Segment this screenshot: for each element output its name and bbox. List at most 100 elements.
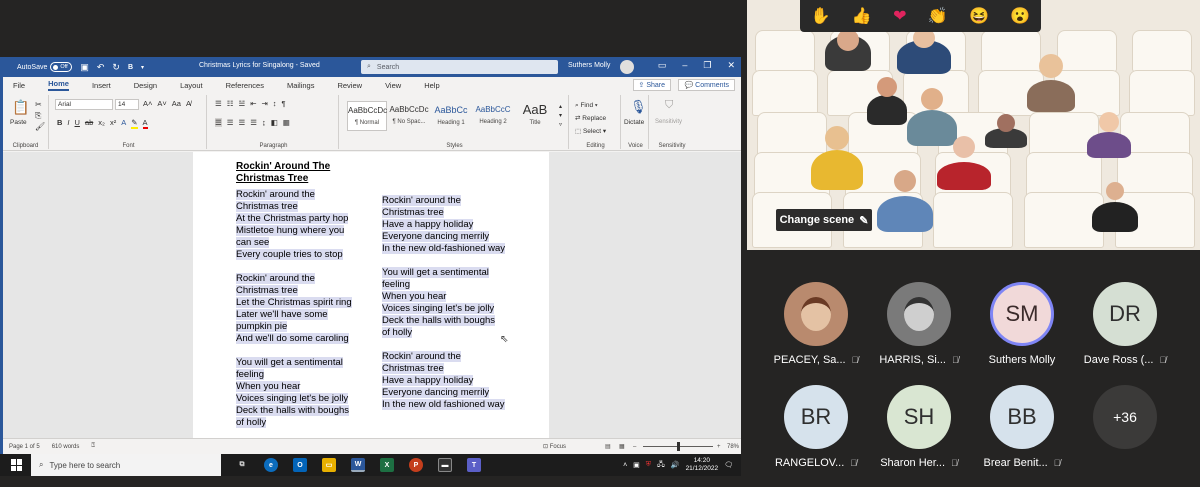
font-color-icon[interactable]: A [142, 118, 148, 129]
autosave-toggle[interactable]: Off [50, 62, 73, 72]
clear-format-icon[interactable]: A̸ [186, 99, 191, 108]
task-view-icon[interactable]: ⧉ [235, 458, 249, 472]
format-painter-icon[interactable]: 🖌 [35, 121, 45, 132]
highlight-icon[interactable]: ✎ [131, 118, 138, 129]
more-participants-tile[interactable]: +36 [1075, 385, 1175, 449]
account-avatar[interactable] [620, 60, 634, 74]
participant-tile[interactable]: SM Suthers Molly [972, 282, 1072, 366]
applause-icon[interactable]: 👏 [928, 6, 948, 26]
style-heading-1[interactable]: AaBbCc Heading 1 [431, 101, 471, 131]
network-icon[interactable]: 🖧 [657, 460, 665, 471]
text-effects-icon[interactable]: A [121, 118, 126, 129]
font-name-select[interactable]: Arial [55, 99, 113, 110]
tab-review[interactable]: Review [337, 81, 362, 90]
sensitivity-label[interactable]: Sensitivity [655, 119, 682, 125]
align-center-icon[interactable]: ☰ [227, 118, 234, 127]
windows-start-icon[interactable] [11, 459, 23, 471]
document-page[interactable]: Rockin' Around The Christmas Tree Rockin… [193, 152, 549, 438]
multilevel-list-icon[interactable]: ☱ [238, 99, 245, 108]
read-mode-icon[interactable]: ▤ [605, 443, 611, 450]
styles-scroll[interactable]: ▴ ▾ ▿ [559, 103, 562, 130]
numbering-icon[interactable]: ☷ [227, 99, 234, 108]
share-button[interactable]: ⇪ Share [632, 79, 671, 91]
minimize-icon[interactable]: – [682, 60, 687, 71]
style-title[interactable]: AaB Title [515, 101, 555, 131]
superscript-icon[interactable]: x² [110, 118, 116, 129]
paste-icon[interactable]: 📋 [12, 99, 29, 116]
edge-icon[interactable]: e [264, 458, 278, 472]
undo-icon[interactable]: ↶ [97, 62, 105, 73]
strikethrough-icon[interactable]: ab [85, 118, 93, 129]
restore-icon[interactable]: ❐ [703, 60, 711, 71]
participant-tile[interactable]: BR RANGELOV... 🎙̸ [766, 385, 866, 469]
clock[interactable]: 14:20 21/12/2022 [686, 457, 719, 473]
notifications-icon[interactable]: 🗨 [724, 461, 733, 469]
tab-layout[interactable]: Layout [180, 81, 203, 90]
bold-icon[interactable]: B [57, 118, 62, 129]
decrease-indent-icon[interactable]: ⇤ [250, 99, 256, 108]
align-left-icon[interactable]: ☰ [215, 118, 222, 127]
bold-quick-icon[interactable]: B [128, 64, 133, 71]
tab-insert[interactable]: Insert [92, 81, 111, 90]
tray-app-icon[interactable]: ▣ [633, 461, 640, 469]
sort-icon[interactable]: ↕ [273, 99, 277, 108]
participant-tile[interactable]: SH Sharon Her... 🎙̸ [869, 385, 969, 469]
zoom-out-icon[interactable]: – [633, 444, 636, 450]
taskbar-search-input[interactable]: ⌕ Type here to search [31, 454, 221, 476]
microphone-icon[interactable]: 🎙 [630, 99, 647, 115]
teams-icon[interactable]: T [467, 458, 481, 472]
font-size-select[interactable]: 14 [115, 99, 139, 110]
save-icon[interactable]: ▣ [80, 62, 89, 73]
terminal-icon[interactable]: ▬ [438, 458, 452, 472]
shrink-font-icon[interactable]: A˅ [157, 99, 166, 108]
laugh-icon[interactable]: 😆 [969, 6, 989, 26]
style-normal[interactable]: AaBbCcDc ¶ Normal [347, 101, 387, 131]
tab-design[interactable]: Design [134, 81, 157, 90]
line-spacing-icon[interactable]: ↨ [262, 118, 266, 127]
excel-icon[interactable]: X [380, 458, 394, 472]
grow-font-icon[interactable]: A˄ [143, 99, 152, 108]
show-marks-icon[interactable]: ¶ [282, 99, 286, 108]
select-button[interactable]: ⬚ Select ▾ [575, 125, 606, 138]
file-explorer-icon[interactable]: ▭ [322, 458, 336, 472]
customize-toolbar-icon[interactable]: ▾ [141, 64, 144, 71]
style-no-spacing[interactable]: AaBbCcDc ¶ No Spac... [389, 101, 429, 131]
tab-mailings[interactable]: Mailings [287, 81, 315, 90]
cut-icon[interactable]: ✂ [35, 99, 45, 110]
participant-tile[interactable]: DR Dave Ross (... 🎙̸ [1075, 282, 1175, 366]
find-button[interactable]: ⌕ Find ▾ [575, 99, 606, 112]
redo-icon[interactable]: ↻ [112, 62, 120, 73]
zoom-slider-handle[interactable] [677, 442, 680, 451]
focus-button[interactable]: ⊡ Focus [543, 443, 566, 450]
zoom-in-icon[interactable]: + [717, 444, 721, 450]
replace-button[interactable]: ⇄ Replace [575, 112, 606, 125]
like-icon[interactable]: 👍 [852, 6, 872, 26]
ribbon-display-icon[interactable]: ▭ [658, 60, 667, 71]
copy-icon[interactable]: ⎘ [35, 110, 45, 121]
bullets-icon[interactable]: ☰ [215, 99, 222, 108]
italic-icon[interactable]: I [67, 118, 69, 129]
powerpoint-icon[interactable]: P [409, 458, 423, 472]
increase-indent-icon[interactable]: ⇥ [262, 99, 268, 108]
security-icon[interactable]: ⛨ [646, 461, 651, 469]
word-icon[interactable]: W [351, 458, 365, 472]
participant-tile[interactable]: PEACEY, Sa... 🎙̸ [766, 282, 866, 366]
accessibility-icon[interactable]: ⍰ [91, 443, 95, 450]
change-scene-button[interactable]: Change scene ✎ [776, 209, 872, 231]
align-right-icon[interactable]: ☰ [238, 118, 245, 127]
tab-help[interactable]: Help [424, 81, 439, 90]
style-heading-2[interactable]: AaBbCcC Heading 2 [473, 101, 513, 131]
tray-overflow-icon[interactable]: ˄ [623, 462, 627, 469]
heart-icon[interactable]: ❤ [893, 6, 906, 26]
participant-tile[interactable]: BB Brear Benit... 🎙̸ [972, 385, 1072, 469]
word-count[interactable]: 610 words [52, 444, 80, 450]
change-case-icon[interactable]: Aa [172, 99, 181, 108]
page-count[interactable]: Page 1 of 5 [9, 444, 40, 450]
sensitivity-icon[interactable]: ⛉ [665, 99, 673, 112]
close-icon[interactable]: ✕ [727, 60, 735, 71]
tab-file[interactable]: File [13, 81, 25, 90]
volume-icon[interactable]: 🔊 [671, 461, 680, 469]
autosave-control[interactable]: AutoSave Off [17, 62, 73, 72]
underline-icon[interactable]: U [75, 118, 80, 129]
tab-view[interactable]: View [385, 81, 401, 90]
